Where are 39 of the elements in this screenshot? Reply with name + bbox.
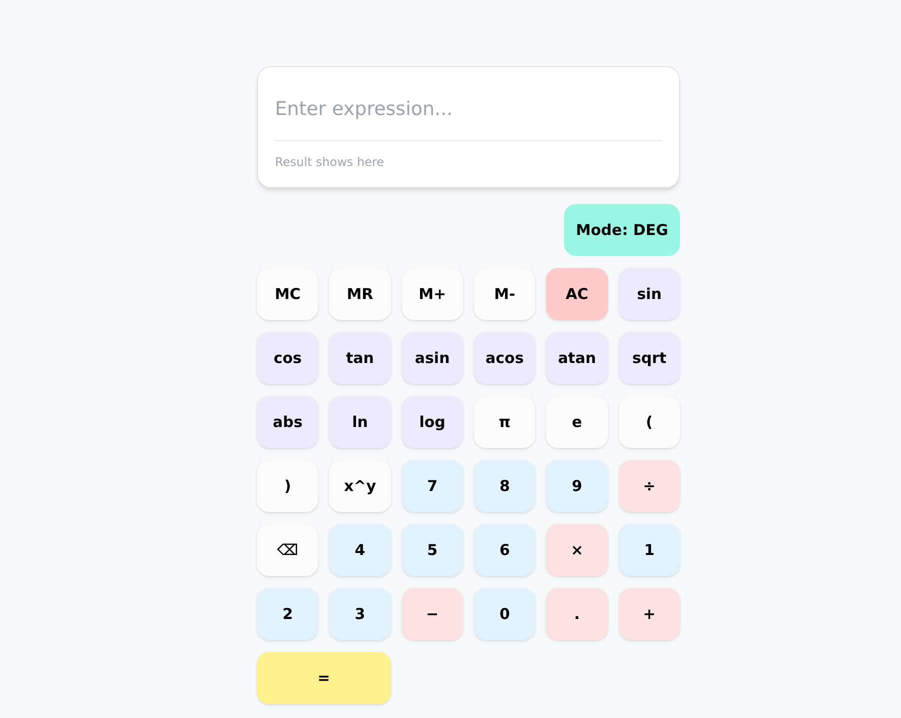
- calculator-key[interactable]: 6: [474, 524, 536, 576]
- calculator-key[interactable]: asin: [402, 332, 463, 384]
- mode-button[interactable]: Mode: DEG: [564, 204, 680, 256]
- result-text: Result shows here: [275, 154, 384, 171]
- calculator-key[interactable]: +: [618, 588, 680, 640]
- calculator-key[interactable]: MC: [257, 268, 318, 320]
- calculator-key[interactable]: MR: [329, 268, 391, 320]
- calculator-key[interactable]: π: [474, 396, 536, 448]
- calculator-key[interactable]: 9: [546, 460, 608, 512]
- calculator-key[interactable]: acos: [474, 332, 536, 384]
- calculator-key[interactable]: ⌫: [257, 524, 318, 576]
- calculator-key[interactable]: tan: [329, 332, 391, 384]
- calculator-key[interactable]: sqrt: [618, 332, 680, 384]
- calculator-key[interactable]: AC: [546, 268, 608, 320]
- calculator-key[interactable]: e: [546, 396, 608, 448]
- calculator-key[interactable]: 4: [329, 524, 391, 576]
- calculator-key[interactable]: cos: [257, 332, 318, 384]
- calculator-key[interactable]: abs: [257, 396, 318, 448]
- calculator-key[interactable]: 7: [402, 460, 463, 512]
- calculator-key[interactable]: (: [618, 396, 680, 448]
- calculator-key[interactable]: 2: [257, 588, 318, 640]
- calculator-key[interactable]: M-: [474, 268, 536, 320]
- equals-button[interactable]: =: [257, 652, 391, 704]
- calculator-key[interactable]: 1: [618, 524, 680, 576]
- calculator-key[interactable]: 5: [402, 524, 463, 576]
- calculator-key[interactable]: ): [257, 460, 318, 512]
- calculator-key[interactable]: M+: [402, 268, 463, 320]
- calculator-key[interactable]: sin: [618, 268, 680, 320]
- calculator-key[interactable]: x^y: [329, 460, 391, 512]
- calculator-key[interactable]: ×: [546, 524, 608, 576]
- calculator-key[interactable]: 0: [474, 588, 536, 640]
- calculator-key[interactable]: .: [546, 588, 608, 640]
- calculator-key[interactable]: atan: [546, 332, 608, 384]
- calculator-key[interactable]: ln: [329, 396, 391, 448]
- calculator-key[interactable]: ÷: [618, 460, 680, 512]
- calculator-key[interactable]: −: [402, 588, 463, 640]
- calculator-key[interactable]: log: [402, 396, 463, 448]
- calculator-key[interactable]: 8: [474, 460, 536, 512]
- calculator-key[interactable]: 3: [329, 588, 391, 640]
